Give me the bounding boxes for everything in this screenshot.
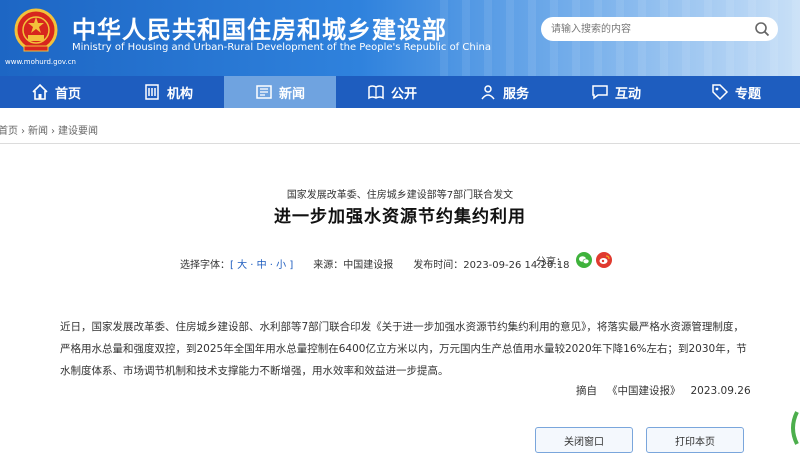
nav-item-home[interactable]: 首页 xyxy=(0,76,112,108)
breadcrumb-news[interactable]: 新闻 xyxy=(28,126,48,137)
building-icon xyxy=(145,84,159,100)
nav-item-news[interactable]: 新闻 xyxy=(224,76,336,108)
wechat-icon[interactable] xyxy=(576,252,592,268)
nav-item-organization[interactable]: 机构 xyxy=(112,76,224,108)
article-pre-title: 国家发展改革委、住房城乡建设部等7部门联合发文 xyxy=(286,190,514,201)
site-title[interactable]: 中华人民共和国住房和城乡建设部 xyxy=(72,10,447,45)
excerpt-date: 2023.09.26 xyxy=(690,385,751,397)
excerpt-from-label: 摘自 xyxy=(576,385,597,397)
site-header: www.mohurd.gov.cn 中华人民共和国住房和城乡建设部 Minist… xyxy=(0,0,800,76)
article-body-text: 近日，国家发展改革委、住房城乡建设部、水利部等7部门联合印发《关于进一步加强水资… xyxy=(60,321,747,377)
share-bar: 分享： xyxy=(536,252,612,268)
nav-item-interaction[interactable]: 互动 xyxy=(560,76,672,108)
page: www.mohurd.gov.cn 中华人民共和国住房和城乡建设部 Minist… xyxy=(0,0,800,463)
nav-item-label: 公开 xyxy=(390,86,417,102)
search-input[interactable] xyxy=(551,21,741,37)
home-icon xyxy=(32,83,48,100)
article-meta: 选择字体： [ 大 · 中 · 小 ] 来源：中国建设报 发布时间：2023-0… xyxy=(180,256,569,271)
excerpt-source: 《中国建设报》 xyxy=(607,385,681,397)
nav-item-service[interactable]: 服务 xyxy=(448,76,560,108)
close-window-button[interactable]: 关闭窗口 xyxy=(535,427,633,453)
weibo-icon[interactable] xyxy=(596,252,612,268)
national-emblem-icon[interactable] xyxy=(14,8,58,54)
nav-item-topics[interactable]: 专题 xyxy=(672,76,800,108)
site-subtitle: Ministry of Housing and Urban-Rural Deve… xyxy=(72,42,491,53)
nav-item-label: 机构 xyxy=(166,86,193,102)
article-title: 进一步加强水资源节约集约利用 xyxy=(274,207,526,227)
site-url: www.mohurd.gov.cn xyxy=(5,58,76,66)
nav-item-public[interactable]: 公开 xyxy=(336,76,448,108)
breadcrumb-separator: › xyxy=(51,126,55,137)
divider xyxy=(0,143,800,144)
nav-item-label: 专题 xyxy=(734,86,761,102)
nav-item-label: 首页 xyxy=(54,86,81,102)
print-page-button[interactable]: 打印本页 xyxy=(646,427,744,453)
nav-item-label: 服务 xyxy=(502,86,529,102)
breadcrumb-separator: › xyxy=(21,126,25,137)
newspaper-icon xyxy=(256,85,272,99)
search-icon[interactable] xyxy=(754,21,770,37)
search-box xyxy=(541,17,778,41)
breadcrumb-construction-news[interactable]: 建设要闻 xyxy=(58,126,98,137)
nav-item-label: 新闻 xyxy=(278,86,305,102)
font-select-label: 选择字体： xyxy=(180,260,230,271)
scroll-edge-decoration xyxy=(791,411,799,445)
breadcrumb-home[interactable]: 首页 xyxy=(0,126,18,137)
chat-icon xyxy=(592,85,608,100)
main-nav: 首页 机构 新闻 公开 服务 互动 专题 xyxy=(0,76,800,108)
people-icon xyxy=(481,85,495,100)
article-source: 来源：中国建设报 xyxy=(313,260,394,271)
article-excerpt-source: 摘自 《中国建设报》 2023.09.26 xyxy=(576,383,761,398)
tag-icon xyxy=(712,84,729,101)
share-label: 分享： xyxy=(536,256,566,268)
book-icon xyxy=(368,85,384,100)
breadcrumb: 首页 › 新闻 › 建设要闻 xyxy=(0,122,98,137)
font-size-options[interactable]: [ 大 · 中 · 小 ] xyxy=(230,256,293,271)
nav-item-label: 互动 xyxy=(614,86,641,102)
article-body: 近日，国家发展改革委、住房城乡建设部、水利部等7部门联合印发《关于进一步加强水资… xyxy=(60,316,748,382)
